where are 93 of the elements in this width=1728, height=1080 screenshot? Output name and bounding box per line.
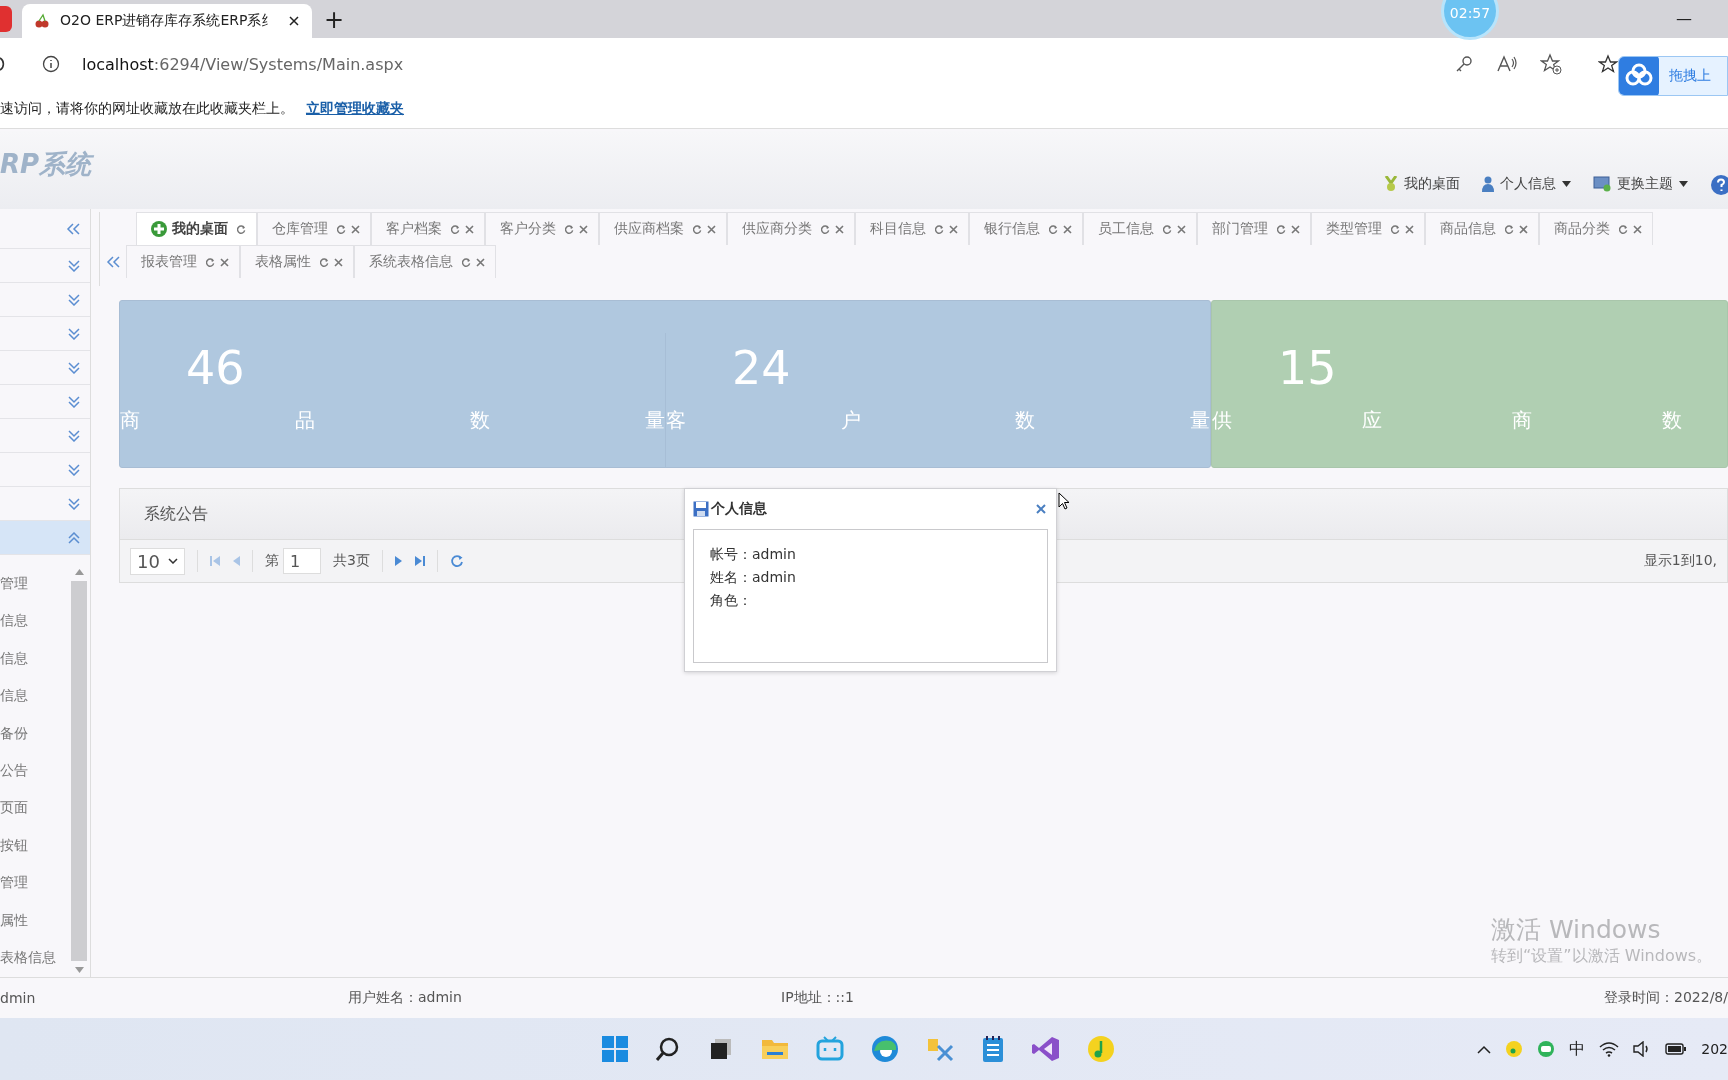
input-method[interactable]: 中 [1569, 1038, 1586, 1060]
sidebar-item[interactable]: 管理 [0, 565, 70, 603]
status-text: 登录时间：2022/8/ [1604, 989, 1728, 1007]
key-icon[interactable] [1454, 54, 1474, 74]
last-page-icon[interactable] [414, 555, 425, 567]
stat-label: 商品数量 [120, 407, 665, 434]
help-icon[interactable] [1710, 174, 1728, 196]
header-menu-item[interactable]: 我的桌面 [1384, 175, 1460, 193]
sidebar-item[interactable]: 公告 [0, 752, 70, 790]
info-line: 帐号：admin [710, 546, 797, 564]
person-icon [1482, 176, 1494, 192]
header-menu-item[interactable]: 更换主题 [1593, 175, 1688, 193]
chat-icon[interactable] [1537, 1040, 1556, 1058]
activation-title: 激活 Windows [1491, 914, 1662, 946]
stat-value: 15 [1278, 345, 1338, 391]
app-icon[interactable] [0, 6, 12, 32]
status-text: 用户姓名：admin [348, 989, 463, 1007]
collapse-icon[interactable] [66, 222, 80, 235]
status-text: IP地址：::1 [781, 989, 855, 1007]
read-aloud-icon[interactable] [1496, 54, 1518, 74]
page-size-select[interactable]: 10 [130, 547, 185, 575]
tv-icon[interactable] [816, 1036, 844, 1062]
sidebar-item[interactable]: 属性 [0, 902, 70, 940]
close-icon[interactable] [288, 15, 300, 27]
medal-icon [1384, 176, 1398, 192]
scroll-up-icon[interactable] [74, 569, 84, 575]
star-icon[interactable] [1598, 54, 1618, 74]
chevron-up-icon[interactable] [1477, 1044, 1492, 1054]
clock-text: 202 [1701, 1041, 1728, 1057]
panel-title: 系统公告 [144, 503, 208, 525]
upload-button[interactable]: 拖拽上 [1618, 56, 1728, 96]
header-menu-item[interactable]: 个人信息 [1482, 175, 1571, 193]
sidebar-item[interactable]: 信息 [0, 602, 70, 640]
favorites-hint: 速访问，请将你的网址收藏放在此收藏夹栏上。 [0, 100, 294, 118]
new-tab-button[interactable]: + [324, 8, 345, 32]
tab-title: O2O ERP进销存库存系统ERP系纟 [60, 12, 277, 30]
next-page-icon[interactable] [394, 555, 403, 567]
search-icon[interactable] [655, 1036, 681, 1062]
page-number-field[interactable]: 1 [282, 548, 321, 574]
stat-value: 24 [732, 345, 792, 391]
music-icon[interactable] [1087, 1035, 1115, 1063]
caret-icon [1562, 181, 1571, 187]
windows-icon[interactable] [602, 1036, 628, 1062]
chevron-icon [68, 259, 80, 272]
activation-hint: 转到“设置”以激活 Windows。 [1491, 946, 1713, 967]
visual-studio-icon[interactable] [1032, 1035, 1060, 1063]
windows-stack-icon[interactable] [708, 1036, 734, 1062]
status-text: dmin [0, 990, 37, 1006]
stat-label: 客户数量 [666, 407, 1210, 434]
collapse-icon[interactable] [106, 256, 120, 268]
star-add-icon[interactable] [1540, 53, 1562, 75]
browser-icon[interactable] [871, 1035, 899, 1063]
wifi-icon[interactable] [1599, 1041, 1620, 1057]
chevron-icon [68, 463, 80, 476]
tool-icon[interactable] [926, 1036, 954, 1062]
chevron-icon [68, 361, 80, 374]
sidebar-item[interactable]: 页面 [0, 789, 70, 828]
chevron-icon [68, 327, 80, 340]
page-range: 显示1到10, [1643, 552, 1717, 570]
info-line: 姓名：admin [710, 569, 797, 587]
sidebar-item[interactable]: 表格信息 [0, 939, 70, 977]
minimize-button[interactable]: — [1676, 9, 1692, 28]
plus-icon [151, 221, 167, 237]
save-icon [693, 501, 709, 517]
logo-text: RP系统 [0, 148, 92, 181]
sidebar-item[interactable]: 信息 [0, 639, 70, 678]
chevron-icon [68, 429, 80, 442]
info-icon[interactable] [42, 55, 60, 73]
sidebar-item[interactable]: 管理 [0, 864, 70, 903]
manage-favorites-link[interactable]: 立即管理收藏夹 [306, 100, 404, 118]
chevron-icon [68, 497, 80, 510]
cherry-icon [34, 13, 50, 29]
stat-value: 46 [186, 345, 246, 391]
dialog-title: 个人信息 [711, 500, 767, 518]
stat-label: 供应商数 [1212, 407, 1682, 434]
sidebar-item[interactable]: 备份 [0, 714, 70, 753]
browser-tab[interactable]: O2O ERP进销存库存系统ERP系纟 [22, 4, 312, 38]
info-line: 角色： [710, 592, 753, 610]
chevron-icon [68, 293, 80, 306]
battery-icon[interactable] [1665, 1042, 1688, 1056]
tab[interactable]: 我的桌面 [136, 212, 257, 245]
sidebar-item[interactable]: 按钮 [0, 827, 70, 865]
page-label: 第 [264, 552, 279, 570]
notepad-icon[interactable] [981, 1035, 1005, 1063]
chevron-icon [68, 395, 80, 408]
music-icon[interactable] [1505, 1040, 1524, 1058]
page-total: 共3页 [332, 552, 370, 570]
caret-icon [1679, 181, 1688, 187]
scroll-down-icon[interactable] [74, 967, 84, 973]
monitor-icon [1593, 176, 1611, 192]
sidebar-item[interactable]: 信息 [0, 677, 70, 715]
chevron-icon [68, 531, 80, 544]
chevron-down-icon [167, 558, 178, 564]
